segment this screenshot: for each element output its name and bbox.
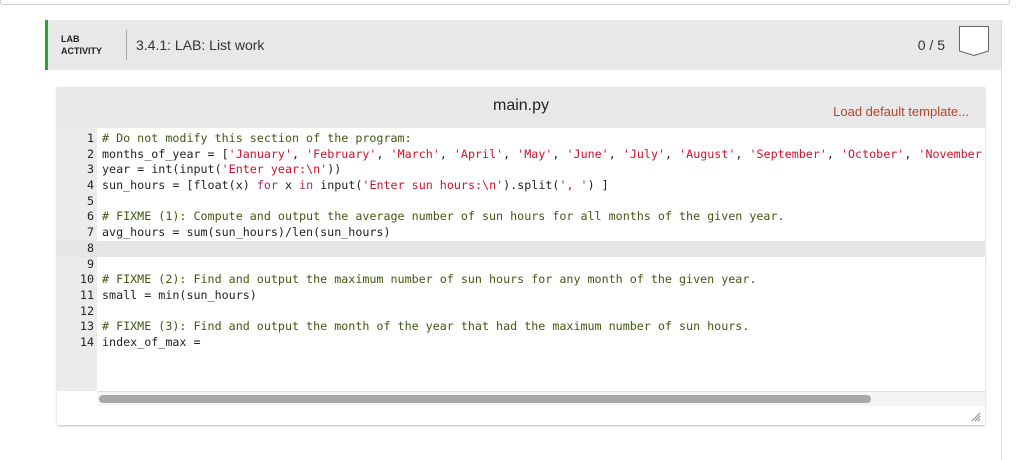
code-token-plain: , (735, 146, 750, 161)
code-token-plain: , (292, 146, 307, 161)
code-token-string: 'September' (749, 146, 827, 161)
code-token-string: 'March' (390, 146, 440, 161)
lab-activity-card: LAB ACTIVITY 3.4.1: LAB: List work 0 / 5 … (45, 20, 1002, 460)
line-number: 14 (79, 334, 94, 349)
code-text: avg_hours = sum(sun_hours)/len(sun_hours… (102, 225, 391, 241)
code-token-string: 'May' (517, 146, 553, 161)
code-text: # Do not modify this section of the prog… (102, 131, 412, 147)
lab-activity-label: LAB ACTIVITY (61, 33, 102, 57)
code-token-string: ', ' (559, 178, 588, 193)
code-line[interactable]: 3 year = int(input('Enter year:\n')) (57, 162, 985, 178)
previous-section-box (0, 0, 1010, 5)
code-token-plain: , (503, 146, 518, 161)
code-token-string: 'August' (679, 146, 736, 161)
lab-title: 3.4.1: LAB: List work (136, 37, 265, 53)
line-number: 11 (79, 287, 94, 302)
code-token-string: 'January' (228, 146, 293, 161)
code-token-plain: avg_hours = sum(sun_hours)/len(sun_hours… (102, 225, 391, 240)
code-token-plain: , (665, 146, 680, 161)
resize-handle-icon[interactable] (969, 410, 981, 422)
code-text: sun_hours = [float(x) for x in input('En… (102, 178, 609, 194)
code-token-plain: months_of_year = [ (102, 146, 229, 161)
code-text: year = int(input('Enter year:\n')) (102, 162, 341, 178)
line-number: 8 (86, 240, 94, 255)
code-token-plain: small = min(sun_hours) (102, 287, 257, 302)
code-token-keyword: for (256, 178, 278, 193)
lab-header: LAB ACTIVITY 3.4.1: LAB: List work 0 / 5 (45, 20, 1001, 70)
scrollbar-thumb[interactable] (99, 395, 871, 403)
code-text: # FIXME (1): Compute and output the aver… (102, 209, 785, 225)
code-token-string: 'July' (622, 146, 666, 161)
code-token-plain: index_of_max = (102, 334, 208, 349)
code-line[interactable]: 12 (57, 304, 985, 320)
code-token-comment: # FIXME (1): Compute and output the aver… (102, 209, 785, 224)
code-token-plain: x (277, 178, 300, 193)
lab-label: LAB (61, 34, 80, 44)
code-line[interactable]: 7 avg_hours = sum(sun_hours)/len(sun_hour… (57, 225, 985, 241)
line-number: 9 (86, 256, 94, 271)
code-line[interactable]: 13 # FIXME (3): Find and output the month… (57, 319, 985, 335)
divider (126, 30, 127, 60)
code-token-string: 'February' (306, 146, 377, 161)
line-number: 3 (86, 162, 94, 177)
code-token-plain: , (439, 146, 454, 161)
activity-label: ACTIVITY (61, 46, 103, 56)
code-line[interactable]: 1 # Do not modify this section of the pro… (57, 131, 985, 147)
code-token-string: 'November (918, 146, 982, 161)
code-text: small = min(sun_hours) (102, 288, 257, 304)
code-token-plain: , (608, 146, 623, 161)
line-number: 10 (79, 272, 94, 287)
line-number: 6 (86, 209, 94, 224)
code-line[interactable]: 8 (57, 240, 985, 257)
code-text: # FIXME (3): Find and output the month o… (102, 319, 749, 335)
code-text: # FIXME (2): Find and output the maximum… (102, 272, 756, 288)
code-line[interactable]: 6 # FIXME (1): Compute and output the ave… (57, 209, 985, 225)
code-token-string: 'Enter year:\n' (221, 162, 328, 177)
code-line[interactable]: 4 sun_hours = [float(x) for x in input('E… (57, 178, 985, 194)
code-token-comment: # Do not modify this section of the prog… (102, 131, 412, 145)
code-token-plain: , (376, 146, 391, 161)
code-line[interactable]: 9 (57, 257, 985, 273)
code-token-comment: # FIXME (2): Find and output the maximum… (102, 272, 757, 287)
code-line[interactable]: 14 index_of_max = (57, 335, 985, 351)
line-number: 7 (86, 225, 94, 240)
code-token-plain: sun_hours = [float(x) (102, 178, 257, 193)
code-token-plain: ) ] (587, 178, 609, 193)
code-token-string: 'April' (453, 146, 504, 161)
code-text: index_of_max = (102, 335, 208, 351)
code-token-plain: , (552, 146, 567, 161)
code-line[interactable]: 11 small = min(sun_hours) (57, 288, 985, 304)
load-default-template-link[interactable]: Load default template... (833, 104, 969, 119)
code-token-plain: ).split( (503, 178, 560, 193)
code-token-keyword: in (299, 178, 314, 193)
code-area[interactable]: 1 # Do not modify this section of the pro… (57, 128, 985, 425)
code-token-plain: input( (313, 178, 363, 193)
code-token-comment: # FIXME (3): Find and output the month o… (102, 319, 750, 334)
code-token-plain: , (904, 146, 919, 161)
code-line[interactable]: 5 (57, 194, 985, 210)
line-number: 1 (86, 131, 94, 145)
code-line[interactable]: 2 months_of_year = ['January', 'February'… (57, 147, 985, 163)
code-token-plain: year = int(input( (102, 162, 222, 177)
completion-badge-icon (959, 26, 989, 56)
code-token-string: 'June' (566, 146, 609, 161)
line-number: 2 (86, 146, 94, 161)
code-token-plain: )) (327, 162, 342, 177)
score: 0 / 5 (917, 37, 945, 53)
line-number: 4 (86, 178, 94, 193)
line-number: 12 (79, 303, 94, 318)
code-token-string: 'Enter sun hours:\n' (362, 178, 504, 193)
code-token-plain: , (826, 146, 841, 161)
code-token-string: 'October' (840, 146, 905, 161)
code-editor: main.py Load default template... 1 # Do n… (57, 87, 985, 425)
code-line[interactable]: 10 # FIXME (2): Find and output the maxim… (57, 272, 985, 288)
line-number: 5 (86, 193, 94, 208)
code-lines[interactable]: 1 # Do not modify this section of the pro… (57, 131, 985, 351)
line-number: 13 (79, 319, 94, 334)
horizontal-scrollbar[interactable] (97, 391, 985, 406)
code-text: months_of_year = ['January', 'February',… (102, 147, 982, 163)
